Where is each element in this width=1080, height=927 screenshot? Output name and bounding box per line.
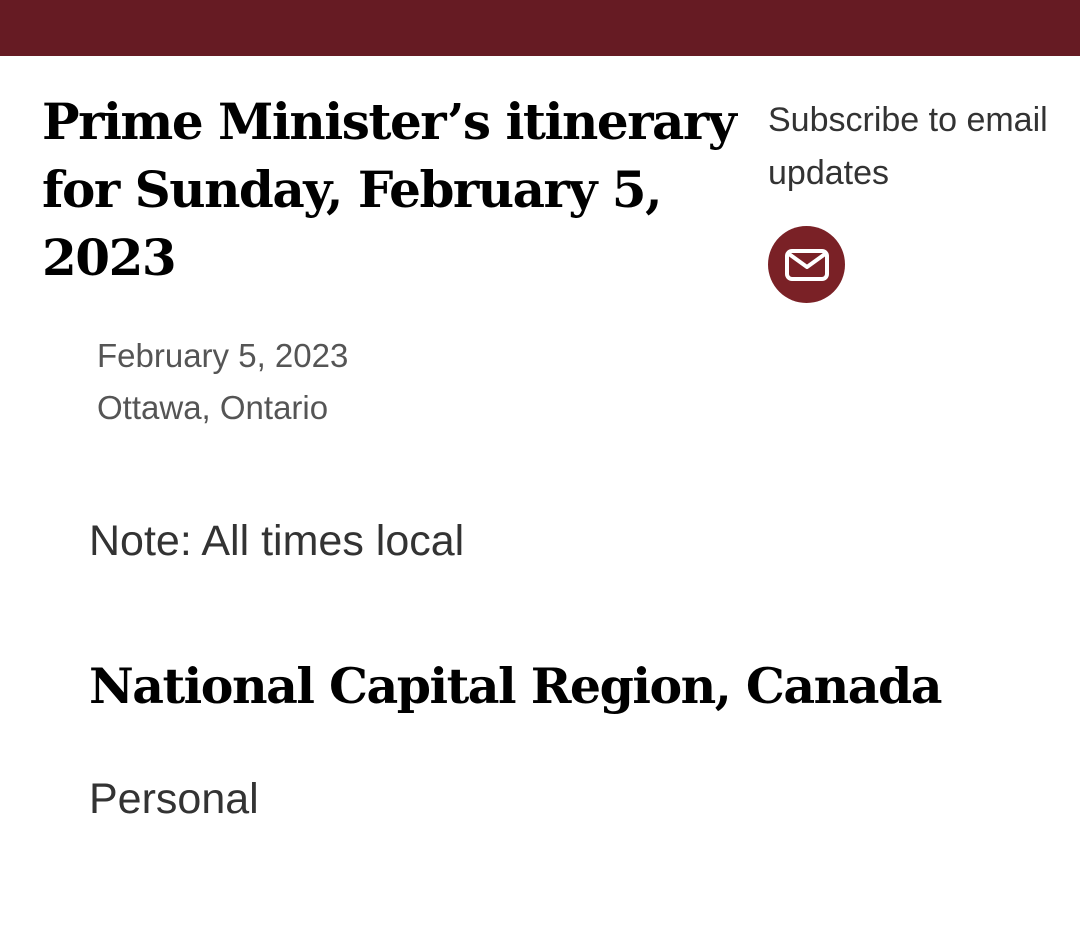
email-subscribe-button[interactable] xyxy=(768,226,845,303)
top-banner xyxy=(0,0,1080,56)
envelope-icon xyxy=(784,248,829,281)
subscribe-label[interactable]: Subscribe to email updates xyxy=(768,94,1068,200)
publish-date: February 5, 2023 xyxy=(97,337,349,374)
page-title: Prime Minister’s itinerary for Sunday, F… xyxy=(42,92,737,287)
times-note: Note: All times local xyxy=(89,517,465,565)
section-heading: National Capital Region, Canada xyxy=(89,657,943,715)
publish-location: Ottawa, Ontario xyxy=(97,389,329,426)
itinerary-item: Personal xyxy=(89,775,259,823)
